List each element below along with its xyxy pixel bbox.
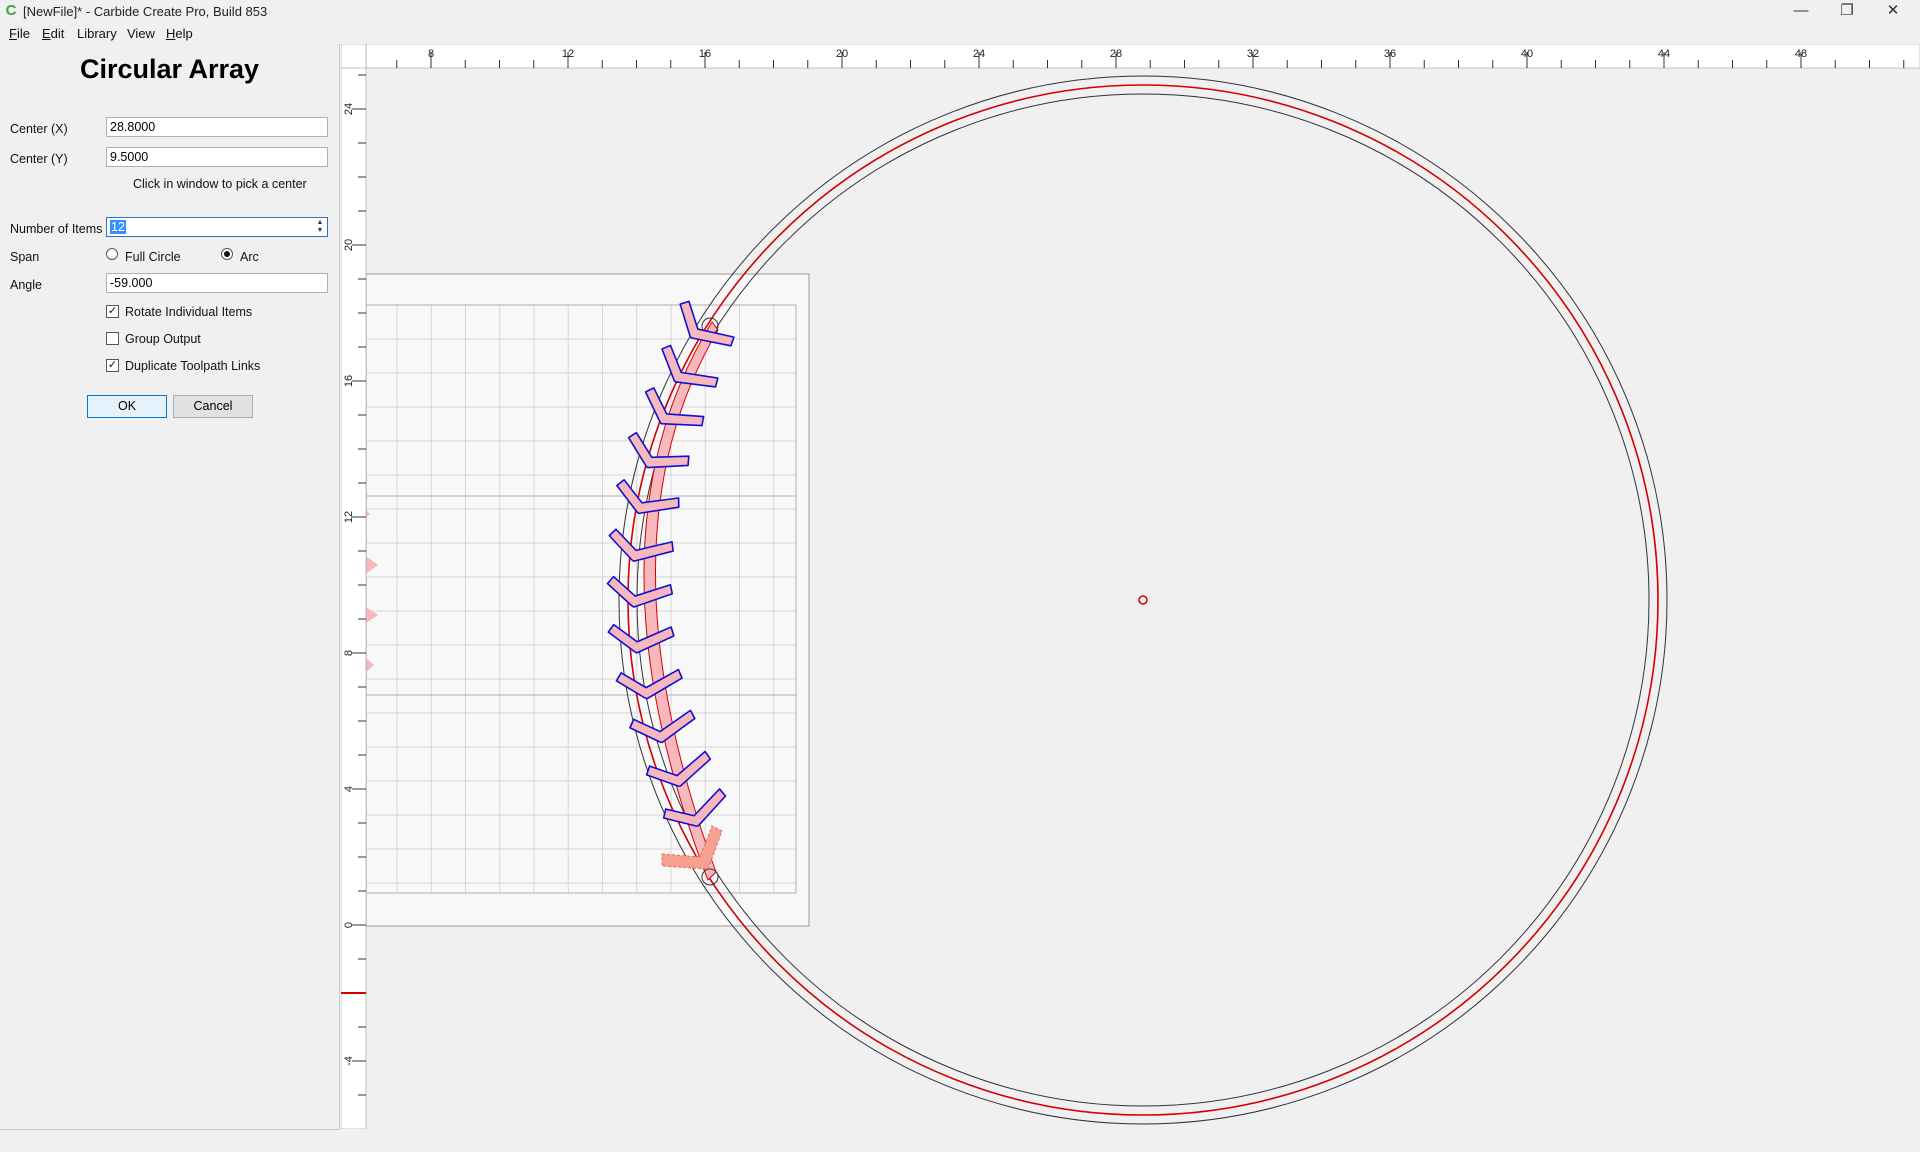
rotate-items-label[interactable]: Rotate Individual Items — [125, 305, 252, 319]
title-bar: C [NewFile]* - Carbide Create Pro, Build… — [0, 0, 1920, 24]
status-strip — [0, 1130, 1920, 1152]
close-icon[interactable]: ✕ — [1870, 0, 1916, 24]
ruler-label-y: 4 — [343, 786, 355, 792]
angle-input[interactable]: -59.000 — [106, 273, 328, 293]
spin-arrows-icon[interactable]: ▲ ▼ — [314, 219, 326, 235]
ruler-label-x: 28 — [1110, 48, 1122, 60]
ruler-label-x: 32 — [1247, 48, 1259, 60]
menu-help[interactable]: Help — [166, 26, 193, 41]
angle-label: Angle — [10, 278, 42, 292]
center-x-label: Center (X) — [10, 122, 68, 136]
circular-array-panel: Circular Array Center (X) 28.8000 Center… — [0, 44, 340, 1130]
ruler-label-y: 0 — [343, 922, 355, 928]
carbide-create-icon: C — [5, 2, 17, 19]
rotate-items-checkbox[interactable]: ✓ — [106, 305, 119, 318]
menu-edit[interactable]: Edit — [42, 26, 64, 41]
design-canvas[interactable]: 8 12 16 20 24 28 32 36 40 44 48 24 20 16 12 8 4 0 -4 — [340, 43, 1920, 1130]
stock-material — [365, 273, 810, 927]
ruler-label-x: 48 — [1795, 48, 1807, 60]
ruler-label-x: 16 — [699, 48, 711, 60]
ruler-label-x: 20 — [836, 48, 848, 60]
restore-icon[interactable]: ❐ — [1824, 0, 1870, 24]
center-y-input[interactable]: 9.5000 — [106, 147, 328, 167]
pick-center-hint: Click in window to pick a center — [133, 177, 307, 191]
group-output-label[interactable]: Group Output — [125, 332, 201, 346]
ruler-label-x: 44 — [1658, 48, 1670, 60]
ruler-label-x: 40 — [1521, 48, 1533, 60]
num-items-spinbox[interactable]: 12 ▲ ▼ — [106, 217, 328, 237]
ruler-label-y: 20 — [343, 239, 355, 251]
num-items-label: Number of Items — [10, 222, 103, 236]
arc-label[interactable]: Arc — [240, 250, 259, 264]
minimize-icon[interactable]: — — [1778, 0, 1824, 24]
ruler-label-x: 36 — [1384, 48, 1396, 60]
cancel-button[interactable]: Cancel — [173, 395, 253, 418]
span-label: Span — [10, 250, 40, 264]
menu-view[interactable]: View — [127, 26, 155, 41]
full-circle-label[interactable]: Full Circle — [125, 250, 181, 264]
window-title: [NewFile]* - Carbide Create Pro, Build 8… — [23, 4, 268, 19]
duplicate-links-label[interactable]: Duplicate Toolpath Links — [125, 359, 260, 373]
ruler-label-y: 16 — [343, 375, 355, 387]
center-y-label: Center (Y) — [10, 152, 68, 166]
menu-file[interactable]: File — [9, 26, 30, 41]
ruler-label-x: 8 — [428, 48, 434, 60]
ruler-label-y: 12 — [343, 511, 355, 523]
ok-button[interactable]: OK — [87, 395, 167, 418]
ruler-label-y: 24 — [343, 103, 355, 115]
center-x-input[interactable]: 28.8000 — [106, 117, 328, 137]
ruler-label-y: -4 — [343, 1056, 355, 1066]
arc-radio[interactable] — [221, 248, 233, 260]
full-circle-radio[interactable] — [106, 248, 118, 260]
top-ruler: 8 12 16 20 24 28 32 36 40 44 48 — [340, 43, 1920, 69]
ruler-label-x: 24 — [973, 48, 985, 60]
menu-bar: File Edit Library View Help — [0, 24, 1920, 44]
num-items-value: 12 — [110, 220, 126, 234]
panel-title: Circular Array — [79, 54, 260, 84]
menu-library[interactable]: Library — [77, 26, 117, 41]
ruler-label-y: 8 — [343, 650, 355, 656]
group-output-checkbox[interactable] — [106, 332, 119, 345]
left-ruler: 24 20 16 12 8 4 0 -4 — [340, 43, 367, 1130]
duplicate-links-checkbox[interactable]: ✓ — [106, 359, 119, 372]
ruler-label-x: 12 — [562, 48, 574, 60]
